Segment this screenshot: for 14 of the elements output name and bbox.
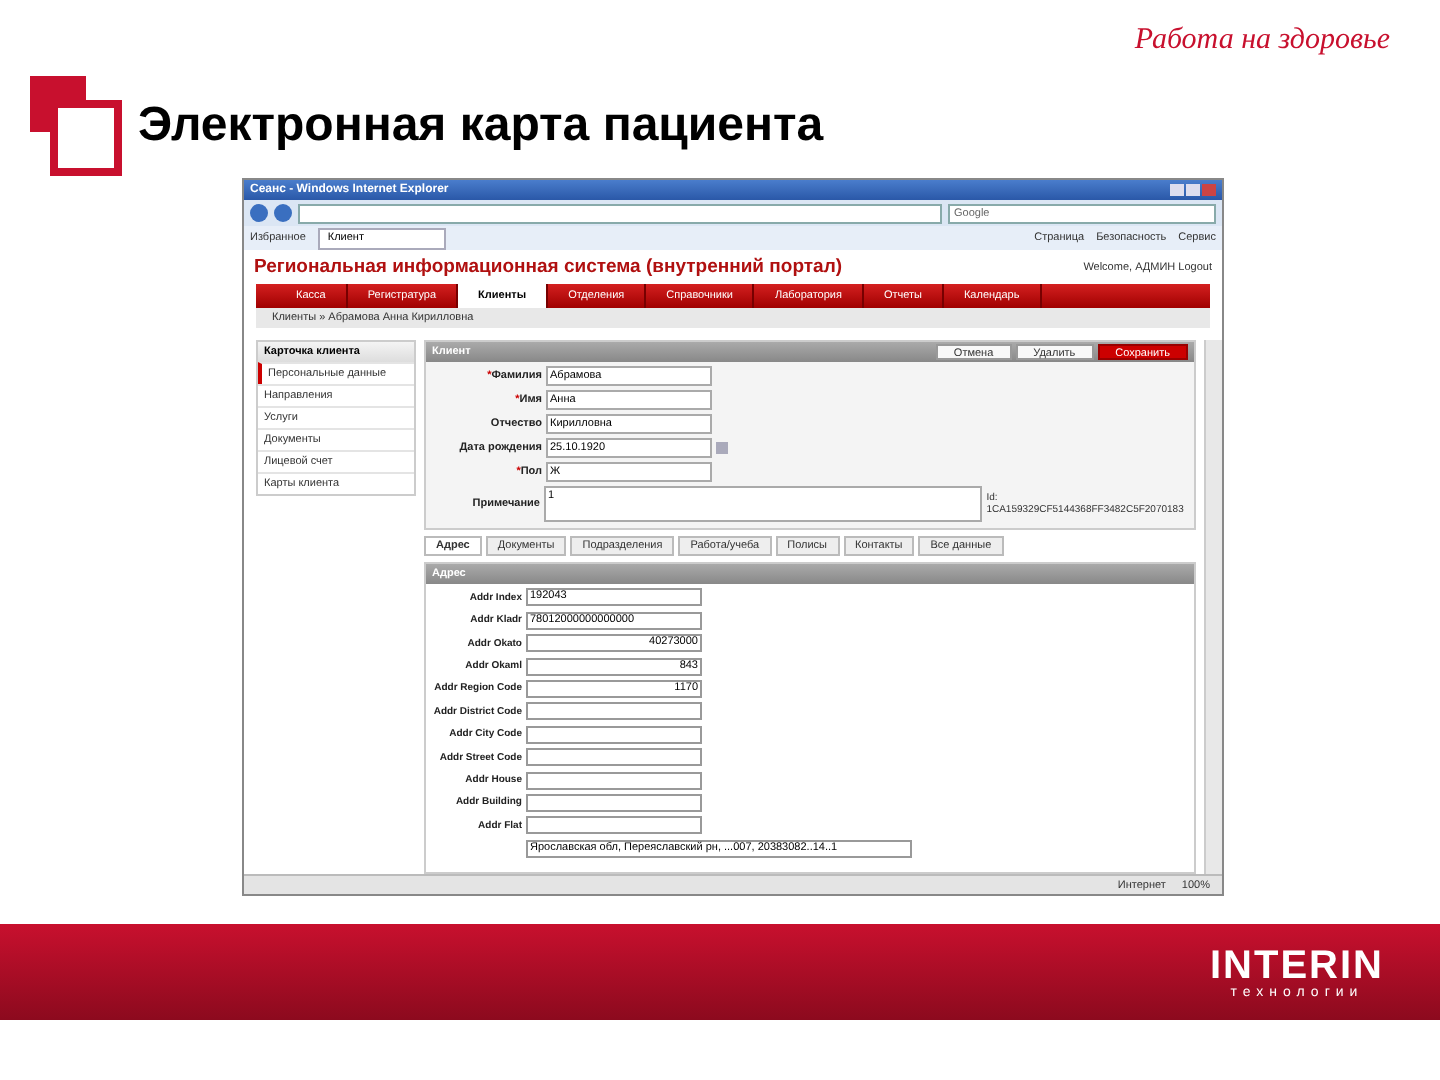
squares-icon [30, 75, 122, 175]
input-field[interactable] [526, 702, 702, 721]
input-field[interactable] [526, 771, 702, 790]
input-field[interactable] [526, 725, 702, 744]
scrollbar[interactable] [1204, 340, 1222, 874]
input-field[interactable] [526, 793, 702, 812]
brand-logo: INTERIN [1210, 945, 1384, 985]
slide-title: Электронная карта пациента [138, 97, 824, 153]
input-field[interactable] [526, 748, 702, 767]
app-title: Региональная информационная система (внутренний портал) [254, 256, 843, 278]
address-field[interactable] [298, 203, 942, 223]
window-controls-icon [1170, 184, 1216, 196]
input-field[interactable] [526, 816, 702, 835]
slogan-logo: Работа на здоровье [1134, 23, 1390, 57]
